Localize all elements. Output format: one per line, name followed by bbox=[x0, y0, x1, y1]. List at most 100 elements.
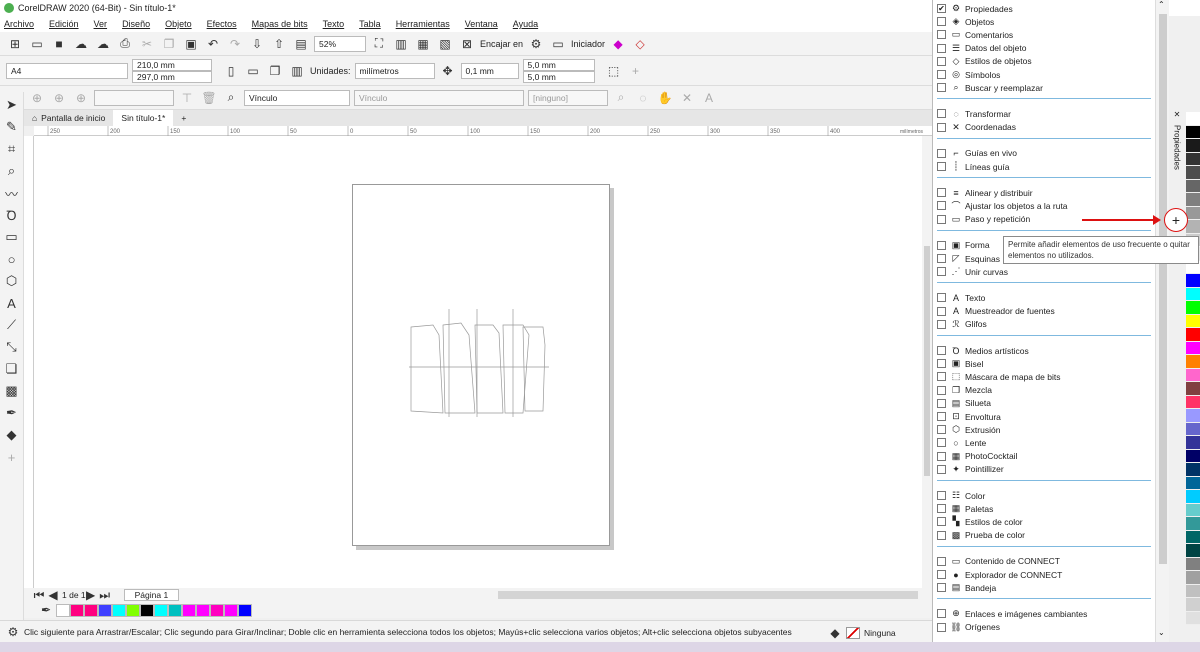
palette-swatch[interactable] bbox=[1186, 557, 1200, 571]
docker-item[interactable]: A Texto bbox=[937, 291, 985, 304]
menu-efectos[interactable]: Efectos bbox=[207, 19, 237, 29]
docker-item[interactable]: ☷ Color bbox=[937, 489, 985, 502]
menu-tabla[interactable]: Tabla bbox=[359, 19, 381, 29]
units-select[interactable]: milímetros bbox=[354, 62, 435, 79]
paste-icon[interactable]: ▣ bbox=[182, 35, 200, 53]
docker-item[interactable]: ⌕ Buscar y reemplazar bbox=[937, 81, 1043, 94]
palette-swatch[interactable] bbox=[1186, 193, 1200, 207]
palette-swatch[interactable] bbox=[1186, 530, 1200, 544]
doc-swatch[interactable] bbox=[140, 603, 154, 617]
docker-item[interactable]: ▣ Forma bbox=[937, 239, 990, 252]
new-tab-button[interactable]: + bbox=[173, 110, 194, 126]
docker-item[interactable]: ▦ Paletas bbox=[937, 502, 993, 515]
docker-item[interactable]: ⬡ Extrusión bbox=[937, 423, 1000, 436]
palette-swatch[interactable] bbox=[1186, 476, 1200, 490]
docker-checkbox[interactable] bbox=[937, 583, 946, 593]
hand-icon[interactable]: ✋ bbox=[656, 89, 674, 107]
doc-swatch[interactable] bbox=[98, 603, 112, 617]
symbol-select[interactable] bbox=[94, 89, 174, 106]
docker-checkbox[interactable] bbox=[937, 162, 946, 171]
corel-store-icon[interactable]: ◆ bbox=[609, 35, 627, 53]
docker-checkbox[interactable] bbox=[937, 517, 946, 527]
zoom-link-icon[interactable]: ⌕ bbox=[612, 89, 630, 107]
palette-swatch[interactable] bbox=[1186, 517, 1200, 531]
docker-checkbox[interactable] bbox=[937, 17, 946, 27]
options-gear-icon[interactable]: ⚙ bbox=[527, 35, 545, 53]
docker-checkbox[interactable] bbox=[937, 306, 946, 316]
menu-diseno[interactable]: Diseño bbox=[122, 19, 150, 29]
palette-swatch[interactable] bbox=[1186, 220, 1200, 234]
tab-home[interactable]: ⌂ Pantalla de inicio bbox=[24, 110, 113, 126]
drop-shadow-icon[interactable]: ❏ bbox=[3, 360, 21, 378]
docker-checkbox[interactable] bbox=[937, 214, 946, 224]
link-shape-icon[interactable]: ◌ bbox=[634, 89, 652, 107]
docker-item[interactable]: ▭ Comentarios bbox=[937, 28, 1013, 41]
redo-icon[interactable]: ↷ bbox=[226, 35, 244, 53]
palette-swatch[interactable] bbox=[1186, 463, 1200, 477]
remove-link-icon[interactable]: ✕ bbox=[678, 89, 696, 107]
tag-icon[interactable]: ◇ bbox=[631, 35, 649, 53]
docker-checkbox[interactable] bbox=[937, 70, 946, 79]
palette-swatch[interactable] bbox=[1186, 355, 1200, 369]
palette-swatch[interactable] bbox=[1186, 341, 1200, 355]
treat-as-filled-icon[interactable]: ⬚ bbox=[605, 62, 623, 80]
palette-swatch[interactable] bbox=[1186, 571, 1200, 585]
page-width-field[interactable]: 210,0 mm bbox=[132, 58, 212, 71]
docker-item[interactable]: ● Explorador de CONNECT bbox=[937, 568, 1062, 581]
docker-checkbox[interactable] bbox=[937, 83, 946, 93]
docker-checkbox[interactable] bbox=[937, 570, 946, 579]
symbol-link-icon[interactable]: ⊕ bbox=[28, 89, 46, 107]
docker-item[interactable]: ▩ Prueba de color bbox=[937, 529, 1025, 542]
page-height-field[interactable]: 297,0 mm bbox=[132, 70, 212, 83]
menu-objeto[interactable]: Objeto bbox=[165, 19, 192, 29]
doc-swatch[interactable] bbox=[154, 603, 168, 617]
docker-checkbox[interactable] bbox=[937, 622, 946, 632]
docker-item[interactable]: ○ Lente bbox=[937, 436, 986, 449]
docker-item[interactable]: ⋰ Unir curvas bbox=[937, 265, 1008, 278]
docker-checkbox[interactable] bbox=[937, 425, 946, 435]
palette-swatch[interactable] bbox=[1186, 598, 1200, 612]
docker-checkbox[interactable] bbox=[937, 188, 946, 198]
trash-icon[interactable]: 🗑 bbox=[200, 89, 218, 107]
docker-item[interactable]: ⬚ Máscara de mapa de bits bbox=[937, 370, 1060, 383]
docker-checkbox[interactable] bbox=[937, 451, 946, 461]
current-page-icon[interactable]: ▥ bbox=[288, 62, 306, 80]
palette-eyedropper-icon[interactable]: ✒ bbox=[40, 601, 52, 619]
export-icon[interactable]: ⇧ bbox=[270, 35, 288, 53]
docker-item[interactable]: ✔ ⚙ Propiedades bbox=[937, 2, 1013, 15]
docker-checkbox[interactable] bbox=[937, 372, 946, 382]
palette-swatch[interactable] bbox=[1186, 152, 1200, 166]
add-tool-icon[interactable]: + bbox=[3, 448, 21, 466]
docker-checkbox[interactable]: ✔ bbox=[937, 4, 946, 13]
docker-checkbox[interactable] bbox=[937, 438, 946, 448]
duplicate-y-field[interactable]: 5,0 mm bbox=[522, 70, 595, 83]
shape-tool-icon[interactable]: ✎ bbox=[3, 118, 21, 136]
status-gear-icon[interactable]: ⚙ bbox=[6, 623, 20, 641]
docker-item[interactable]: ⌒ Ajustar los objetos a la ruta bbox=[937, 199, 1068, 212]
palette-swatch[interactable] bbox=[1186, 490, 1200, 504]
panel-scroll-thumb[interactable] bbox=[1159, 14, 1167, 564]
docker-item[interactable]: ◇ Estilos de objetos bbox=[937, 55, 1032, 68]
link-target-field[interactable]: Vínculo bbox=[354, 89, 524, 106]
grid-icon[interactable]: ▦ bbox=[414, 35, 432, 53]
full-screen-icon[interactable]: ⛶ bbox=[370, 35, 388, 53]
palette-swatch[interactable] bbox=[1186, 166, 1200, 180]
vertical-scrollbar[interactable] bbox=[922, 136, 932, 588]
docker-item[interactable]: ▣ Bisel bbox=[937, 357, 983, 370]
eyedropper-icon[interactable]: ✒ bbox=[3, 404, 21, 422]
palette-swatch[interactable] bbox=[1186, 112, 1200, 126]
vertical-ruler[interactable] bbox=[24, 136, 34, 588]
connector-tool-icon[interactable]: ⤡ bbox=[3, 338, 21, 356]
menu-ayuda[interactable]: Ayuda bbox=[513, 19, 538, 29]
docker-checkbox[interactable] bbox=[937, 346, 946, 355]
docker-item[interactable]: ◈ Objetos bbox=[937, 15, 994, 28]
properties-side-tab[interactable]: ✕ Propiedades bbox=[1168, 110, 1186, 210]
docker-checkbox[interactable] bbox=[937, 122, 946, 132]
doc-swatch[interactable] bbox=[238, 603, 252, 617]
pick-tool-icon[interactable]: ➤ bbox=[3, 96, 21, 114]
link-type-select[interactable]: Vínculo bbox=[244, 89, 350, 106]
docker-checkbox[interactable] bbox=[937, 359, 946, 369]
docker-item[interactable]: A Muestreador de fuentes bbox=[937, 305, 1055, 318]
vertical-scroll-thumb[interactable] bbox=[924, 246, 930, 476]
docker-item[interactable]: ⊕ Enlaces e imágenes cambiantes bbox=[937, 607, 1087, 620]
